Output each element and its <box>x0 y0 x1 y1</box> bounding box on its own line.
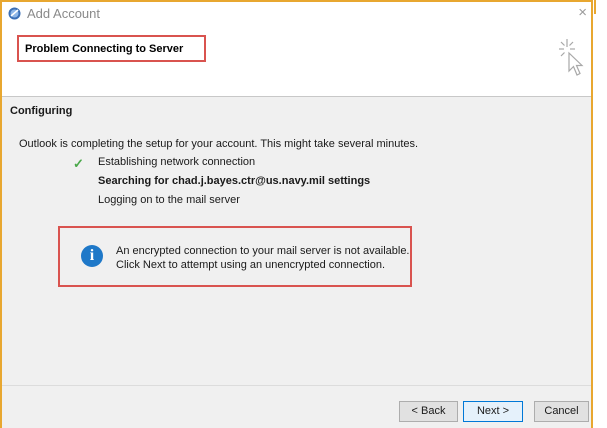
page-title: Problem Connecting to Server <box>25 43 184 55</box>
message-line-1: An encrypted connection to your mail ser… <box>116 245 410 257</box>
next-button[interactable]: Next > <box>463 401 523 422</box>
header-separator <box>2 96 591 97</box>
check-icon: ✓ <box>73 156 84 171</box>
title-bar: Add Account × <box>2 2 591 26</box>
step-active: Searching for chad.j.bayes.ctr@us.navy.m… <box>98 175 371 187</box>
section-title: Configuring <box>10 105 73 117</box>
close-icon[interactable]: × <box>578 5 587 20</box>
step-done: Establishing network connection <box>98 156 256 168</box>
back-button[interactable]: < Back <box>399 401 458 422</box>
header-band: Problem Connecting to Server <box>2 26 591 96</box>
outlook-account-icon <box>8 7 21 20</box>
progress-intro: Outlook is completing the setup for your… <box>19 138 419 150</box>
add-account-dialog: Add Account × Problem Connecting to Serv… <box>2 2 591 428</box>
info-message-box: i An encrypted connection to your mail s… <box>58 226 412 287</box>
footer-separator <box>2 385 591 386</box>
frame-corner <box>594 0 596 14</box>
message-line-2: Click Next to attempt using an unencrypt… <box>116 259 386 271</box>
wizard-cursor-icon <box>555 35 591 85</box>
window-title: Add Account <box>27 6 100 21</box>
cancel-button[interactable]: Cancel <box>534 401 589 422</box>
info-icon: i <box>81 245 103 267</box>
step-pending: Logging on to the mail server <box>98 194 240 206</box>
header-highlight: Problem Connecting to Server <box>17 35 206 62</box>
